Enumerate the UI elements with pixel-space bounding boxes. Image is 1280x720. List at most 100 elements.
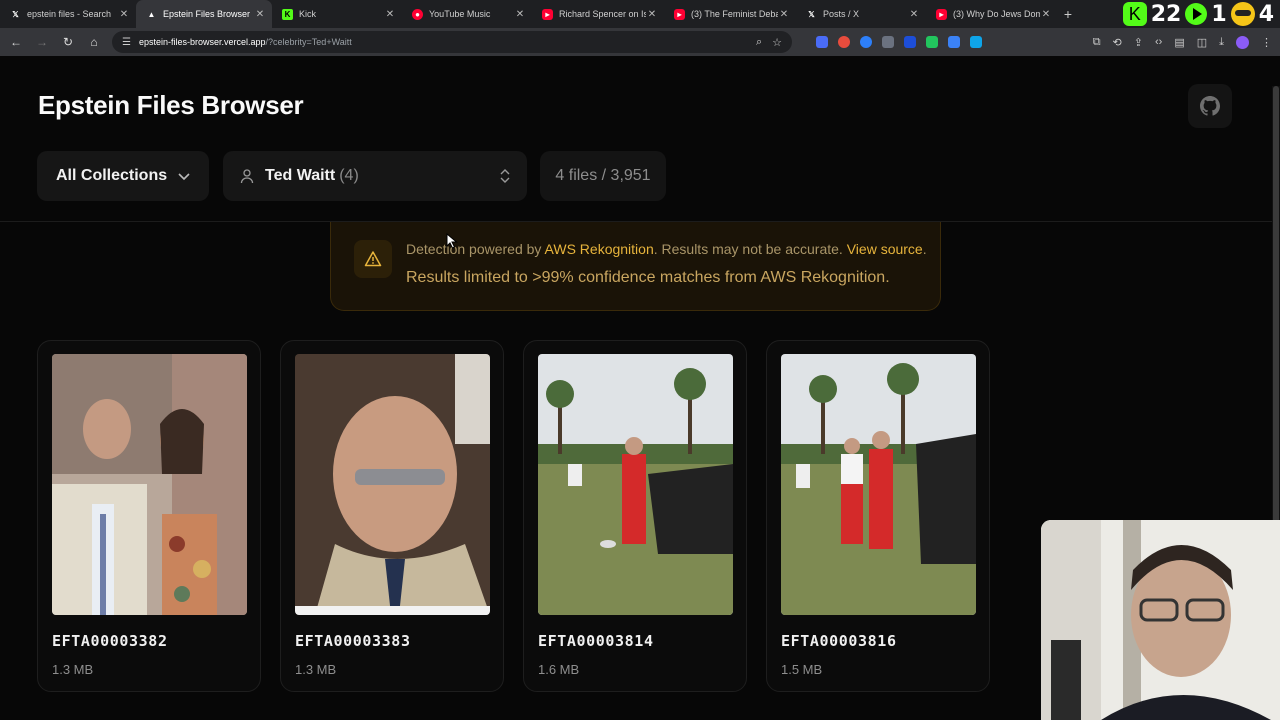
- extension-icon[interactable]: [882, 36, 894, 48]
- extension-icon[interactable]: [948, 36, 960, 48]
- face-count: 4: [1258, 1, 1274, 27]
- github-button[interactable]: [1188, 84, 1232, 128]
- close-tab-icon[interactable]: ✕: [514, 9, 526, 20]
- back-icon[interactable]: ←: [8, 35, 24, 49]
- home-icon[interactable]: ⌂: [86, 35, 102, 49]
- extension-icon[interactable]: [904, 36, 916, 48]
- sunglasses-face-icon: [1230, 2, 1255, 26]
- tab-title: epstein files - Search: [27, 9, 112, 19]
- zoom-icon[interactable]: ⌕: [756, 36, 762, 49]
- chevron-down-icon: [178, 173, 190, 181]
- tab-title: (3) Why Do Jews Domi: [953, 9, 1040, 19]
- tab-feminist-debate[interactable]: ▸ (3) The Feminist Debate ✕: [664, 0, 796, 28]
- view-source-link[interactable]: View source: [847, 241, 923, 257]
- browser-toolbar: ← → ↻ ⌂ ☰ epstein-files-browser.vercel.a…: [0, 28, 1280, 56]
- tab-title: Posts / X: [823, 9, 860, 19]
- file-thumbnail[interactable]: [52, 354, 247, 615]
- side-panel-icon[interactable]: ◫: [1197, 36, 1207, 49]
- forward-icon[interactable]: →: [34, 35, 50, 49]
- file-card[interactable]: EFTA00003383 1.3 MB: [280, 340, 504, 692]
- close-tab-icon[interactable]: ✕: [384, 9, 396, 20]
- celebrity-select[interactable]: Ted Waitt (4): [223, 151, 527, 201]
- file-thumbnail[interactable]: [781, 354, 976, 615]
- celebrity-name: Ted Waitt: [265, 167, 336, 184]
- tab-title: (3) The Feminist Debate: [691, 9, 778, 19]
- aws-rekognition-link[interactable]: AWS Rekognition: [545, 241, 654, 257]
- close-tab-icon[interactable]: ✕: [646, 9, 658, 20]
- file-card[interactable]: EFTA00003814 1.6 MB: [523, 340, 747, 692]
- extension-icon[interactable]: [860, 36, 872, 48]
- kick-count: 22: [1150, 1, 1182, 27]
- tab-title: Kick: [299, 9, 317, 19]
- play-icon: [1185, 3, 1208, 25]
- file-size: 1.3 MB: [52, 662, 94, 677]
- file-card[interactable]: EFTA00003816 1.5 MB: [766, 340, 990, 692]
- file-card[interactable]: EFTA00003382 1.3 MB: [37, 340, 261, 692]
- celebrity-count: (4): [339, 167, 359, 184]
- tab-youtube-music[interactable]: ● YouTube Music ✕: [402, 0, 532, 28]
- file-size: 1.5 MB: [781, 662, 823, 677]
- url-path: /?celebrity=Ted+Waitt: [265, 37, 352, 47]
- page-content: Epstein Files Browser All Collections Te…: [0, 56, 1280, 720]
- stream-overlay: K 22 1 4: [1122, 0, 1280, 28]
- site-info-icon[interactable]: ☰: [122, 37, 131, 48]
- extension-icons: [816, 36, 982, 48]
- collections-select[interactable]: All Collections: [37, 151, 209, 201]
- new-tab-button[interactable]: +: [1058, 6, 1078, 22]
- site-title: Epstein Files Browser: [38, 90, 304, 120]
- file-size: 1.6 MB: [538, 662, 580, 677]
- extension-icon[interactable]: [816, 36, 828, 48]
- history-icon[interactable]: ⟲: [1113, 36, 1122, 49]
- youtube-music-icon: ●: [412, 8, 423, 20]
- collections-label: All Collections: [56, 167, 168, 184]
- tab-title: Epstein Files Browser: [163, 9, 251, 19]
- file-thumbnail[interactable]: [295, 354, 490, 615]
- close-tab-icon[interactable]: ✕: [118, 9, 130, 20]
- tab-epstein-files-browser[interactable]: ▲ Epstein Files Browser ✕: [136, 0, 272, 28]
- youtube-icon: ▸: [936, 8, 947, 20]
- extensions-puzzle-icon[interactable]: ⧉: [1093, 36, 1101, 49]
- kick-logo-icon: K: [1122, 2, 1147, 26]
- tab-epstein-search[interactable]: 𝕏 epstein files - Search ✕: [0, 0, 136, 28]
- extension-icon[interactable]: [926, 36, 938, 48]
- close-tab-icon[interactable]: ✕: [778, 9, 790, 20]
- menu-icon[interactable]: ⋮: [1261, 36, 1272, 49]
- reload-icon[interactable]: ↻: [60, 35, 76, 49]
- tab-title: Richard Spencer on Isra: [559, 9, 646, 19]
- user-icon: [240, 169, 254, 184]
- browser-tab-bar: 𝕏 epstein files - Search ✕ ▲ Epstein Fil…: [0, 0, 1280, 28]
- profile-avatar[interactable]: [1236, 35, 1249, 49]
- file-name: EFTA00003382: [52, 632, 168, 650]
- extension-icon[interactable]: [970, 36, 982, 48]
- youtube-icon: ▸: [674, 8, 685, 20]
- reading-list-icon[interactable]: ▤: [1174, 36, 1184, 49]
- close-tab-icon[interactable]: ✕: [1040, 9, 1052, 20]
- mouse-cursor: [446, 233, 458, 249]
- file-size: 1.3 MB: [295, 662, 337, 677]
- notice-line-2: Results limited to >99% confidence match…: [406, 269, 890, 286]
- downloads-icon[interactable]: ⤓: [1219, 36, 1224, 49]
- filter-bar: All Collections Ted Waitt (4) 4 files / …: [0, 150, 1272, 222]
- file-count: 4 files / 3,951: [540, 151, 666, 201]
- notice-text: Detection powered by: [406, 241, 545, 257]
- tab-richard-spencer[interactable]: ▸ Richard Spencer on Isra ✕: [532, 0, 664, 28]
- bookmark-star-icon[interactable]: ☆: [772, 36, 782, 49]
- youtube-icon: ▸: [542, 8, 553, 20]
- extension-icon[interactable]: [838, 36, 850, 48]
- webcam-overlay: [1041, 520, 1280, 720]
- tab-why-do[interactable]: ▸ (3) Why Do Jews Domi ✕: [926, 0, 1058, 28]
- tab-posts-x[interactable]: 𝕏 Posts / X ✕: [796, 0, 926, 28]
- close-tab-icon[interactable]: ✕: [254, 9, 266, 20]
- file-name: EFTA00003816: [781, 632, 897, 650]
- devtools-icon[interactable]: ‹›: [1155, 36, 1162, 49]
- notice-line-1: Detection powered by AWS Rekognition. Re…: [406, 241, 927, 257]
- x-icon: 𝕏: [12, 9, 19, 19]
- close-tab-icon[interactable]: ✕: [908, 9, 920, 20]
- github-icon: [1200, 96, 1220, 116]
- file-name: EFTA00003383: [295, 632, 411, 650]
- file-thumbnail[interactable]: [538, 354, 733, 615]
- share-icon[interactable]: ⇪: [1134, 36, 1143, 49]
- chevrons-up-down-icon: [500, 169, 510, 183]
- tab-kick[interactable]: K Kick ✕: [272, 0, 402, 28]
- address-bar[interactable]: ☰ epstein-files-browser.vercel.app/?cele…: [112, 31, 792, 53]
